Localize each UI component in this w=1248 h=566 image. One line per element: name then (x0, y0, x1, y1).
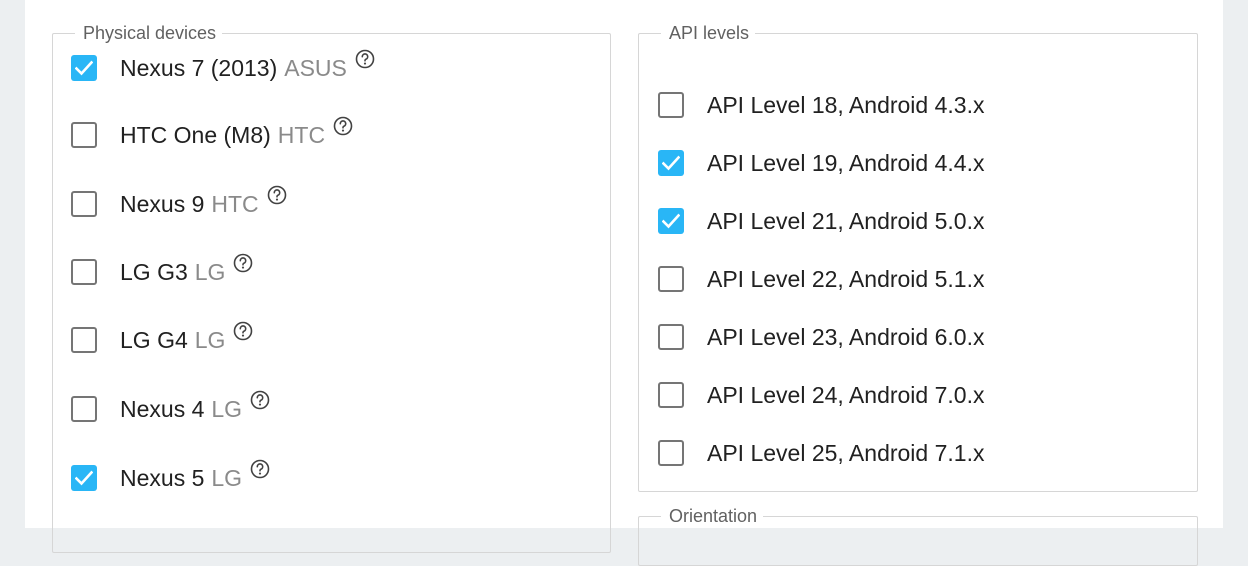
api-level-option[interactable]: API Level 21, Android 5.0.x (658, 204, 984, 238)
checkbox-checked[interactable] (658, 208, 684, 234)
checkbox-unchecked[interactable] (658, 382, 684, 408)
device-manufacturer: HTC (277, 121, 326, 148)
device-name: LG G3 (120, 258, 188, 285)
orientation-legend: Orientation (669, 506, 758, 526)
device-manufacturer: LG (194, 326, 226, 353)
api-level-option[interactable]: API Level 19, Android 4.4.x (658, 146, 984, 180)
physical-devices-group: Physical devices Nexus 7 (2013) ASUS HTC O… (52, 23, 611, 553)
api-level-label: API Level 18, Android 4.3.x (707, 91, 985, 118)
device-option[interactable]: Nexus 4 LG (71, 390, 270, 426)
help-circle-icon[interactable] (333, 116, 353, 136)
device-option[interactable]: Nexus 9 HTC (71, 185, 287, 221)
check-icon (662, 155, 680, 171)
device-option[interactable]: LG G3 LG (71, 253, 253, 289)
api-level-label: API Level 25, Android 7.1.x (707, 439, 985, 466)
device-name: Nexus 9 (120, 190, 205, 217)
checkbox-unchecked[interactable] (71, 259, 97, 285)
api-level-option[interactable]: API Level 24, Android 7.0.x (658, 378, 984, 412)
api-levels-legend: API levels (669, 23, 750, 43)
device-manufacturer: LG (211, 464, 243, 491)
checkbox-unchecked[interactable] (71, 191, 97, 217)
device-option[interactable]: Nexus 5 LG (71, 459, 270, 495)
help-circle-icon[interactable] (233, 321, 253, 341)
device-name: Nexus 7 (2013) (120, 54, 278, 81)
check-icon (75, 470, 93, 486)
device-manufacturer: LG (211, 395, 243, 422)
checkbox-unchecked[interactable] (71, 396, 97, 422)
device-manufacturer: LG (194, 258, 226, 285)
help-circle-icon[interactable] (250, 390, 270, 410)
checkbox-checked[interactable] (658, 150, 684, 176)
checkbox-unchecked[interactable] (658, 92, 684, 118)
help-circle-icon[interactable] (250, 459, 270, 479)
device-manufacturer: ASUS (284, 54, 347, 81)
device-name: HTC One (M8) (120, 121, 271, 148)
checkbox-checked[interactable] (71, 55, 97, 81)
api-level-label: API Level 19, Android 4.4.x (707, 149, 985, 176)
help-circle-icon[interactable] (355, 49, 375, 69)
api-level-option[interactable]: API Level 18, Android 4.3.x (658, 88, 984, 122)
device-name: Nexus 5 (120, 464, 205, 491)
api-level-option[interactable]: API Level 22, Android 5.1.x (658, 262, 984, 296)
checkbox-unchecked[interactable] (658, 440, 684, 466)
api-level-option[interactable]: API Level 23, Android 6.0.x (658, 320, 984, 354)
api-level-label: API Level 24, Android 7.0.x (707, 381, 985, 408)
checkbox-checked[interactable] (71, 465, 97, 491)
help-circle-icon[interactable] (267, 185, 287, 205)
device-option[interactable]: Nexus 7 (2013) ASUS (71, 49, 375, 85)
help-circle-icon[interactable] (233, 253, 253, 273)
device-manufacturer: HTC (211, 190, 259, 217)
device-option[interactable]: LG G4 LG (71, 321, 253, 357)
physical-devices-legend: Physical devices (83, 23, 217, 43)
orientation-group: Orientation (638, 506, 1198, 566)
checkbox-unchecked[interactable] (71, 327, 97, 353)
checkbox-unchecked[interactable] (658, 324, 684, 350)
check-icon (75, 60, 93, 76)
checkbox-unchecked[interactable] (658, 266, 684, 292)
device-name: Nexus 4 (120, 395, 205, 422)
api-level-label: API Level 23, Android 6.0.x (707, 323, 985, 350)
api-level-option[interactable]: API Level 25, Android 7.1.x (658, 436, 984, 470)
checkbox-unchecked[interactable] (71, 122, 97, 148)
device-name: LG G4 (120, 326, 188, 353)
api-level-label: API Level 22, Android 5.1.x (707, 265, 985, 292)
device-option[interactable]: HTC One (M8) HTC (71, 116, 353, 152)
check-icon (662, 213, 680, 229)
api-levels-group: API levels API Level 18, Android 4.3.x AP… (638, 23, 1198, 492)
api-level-label: API Level 21, Android 5.0.x (707, 207, 985, 234)
test-matrix-panel: Physical devices Nexus 7 (2013) ASUS HTC O… (25, 0, 1223, 566)
